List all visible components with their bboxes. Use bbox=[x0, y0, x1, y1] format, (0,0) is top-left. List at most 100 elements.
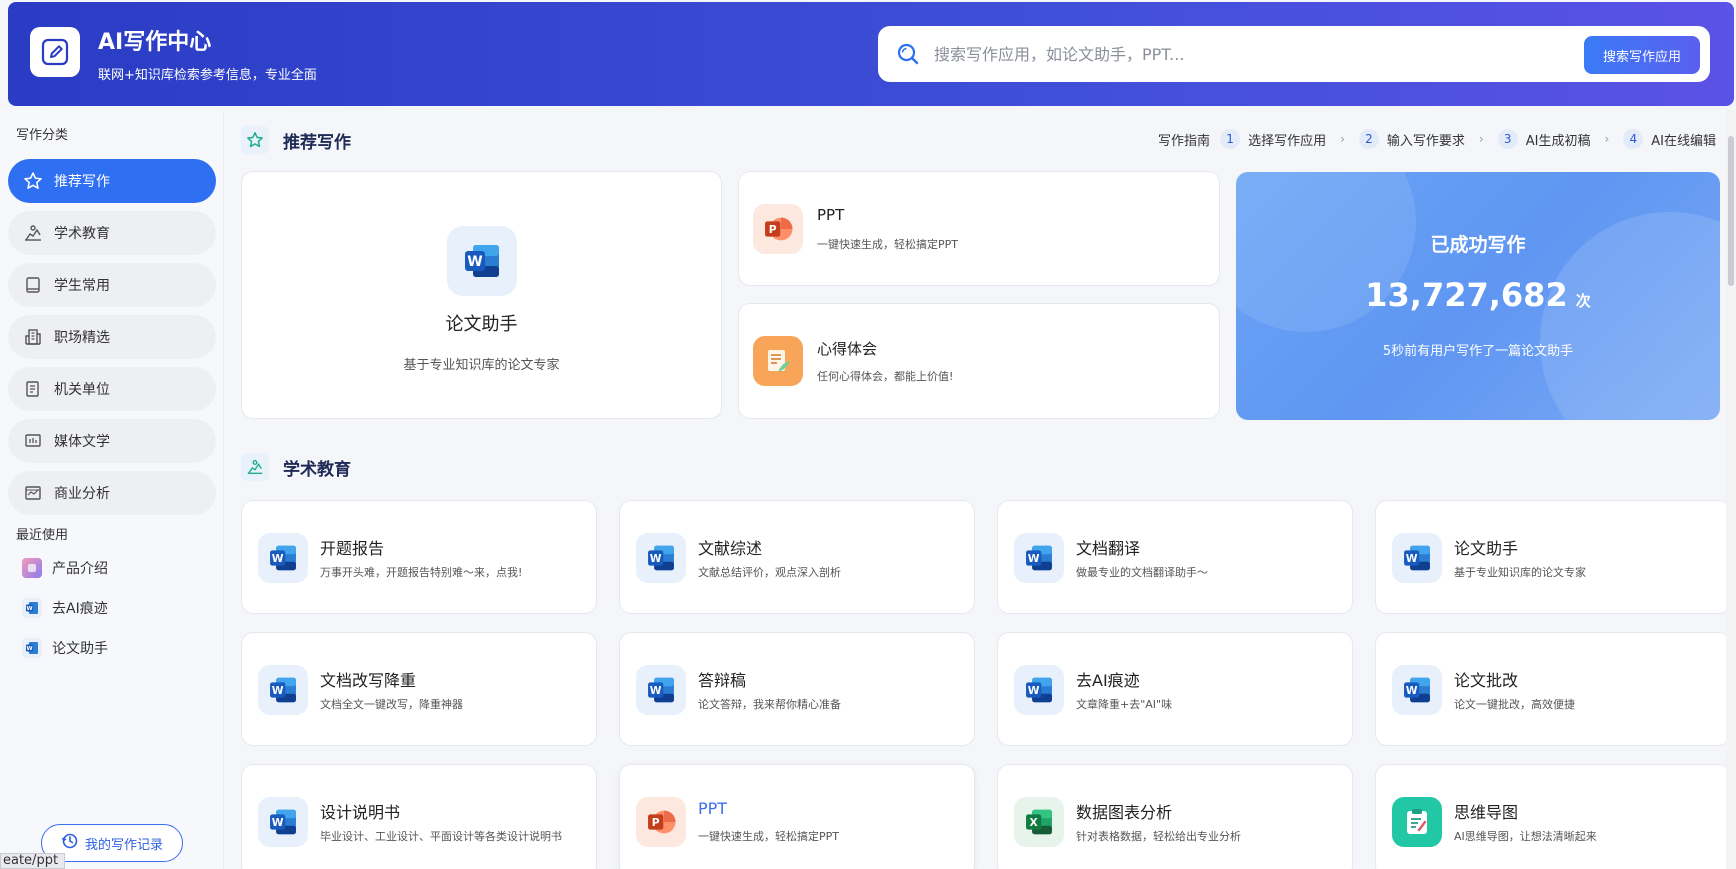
mini-card-title: PPT bbox=[817, 206, 845, 224]
svg-text:W: W bbox=[26, 646, 32, 652]
app-card[interactable]: W 答辩稿论文答辩，我来帮你精心准备 bbox=[619, 632, 975, 746]
app-card-title: 思维导图 bbox=[1454, 803, 1519, 822]
word-icon: W bbox=[1014, 665, 1064, 715]
svg-text:W: W bbox=[1406, 684, 1418, 697]
svg-text:W: W bbox=[272, 816, 284, 829]
app-card[interactable]: W 去AI痕迹 文章降重+去"AI"味 bbox=[997, 632, 1353, 746]
category-heading: 写作分类 bbox=[16, 128, 69, 143]
svg-text:W: W bbox=[650, 552, 662, 565]
recent-heading: 最近使用 bbox=[16, 528, 69, 543]
app-card-title: 设计说明书 bbox=[320, 803, 401, 822]
record-button-label: 我的写作记录 bbox=[84, 837, 163, 853]
word-icon: W bbox=[636, 665, 686, 715]
svg-text:W: W bbox=[26, 606, 32, 612]
svg-text:W: W bbox=[272, 552, 284, 565]
word-icon: W bbox=[446, 226, 517, 296]
app-card[interactable]: W 文档改写降重 文档全文一键改写，降重神器 bbox=[241, 632, 597, 746]
app-card[interactable]: P PPT 一键快速生成，轻松搞定PPT bbox=[619, 764, 975, 869]
app-card[interactable]: W 文献综述 文献总结评价，观点深入剖析 bbox=[619, 500, 975, 614]
app-card-title: 去AI痕迹 bbox=[1076, 671, 1140, 690]
app-card[interactable]: W 文档翻译 做最专业的文档翻译助手～ bbox=[997, 500, 1353, 614]
sidebar-item-label: 媒体文学 bbox=[54, 434, 110, 450]
app-title: AI写作中心 bbox=[98, 30, 212, 55]
feature-title: 论文助手 bbox=[445, 314, 518, 335]
feature-card-thesis[interactable]: W 论文助手 基于专业知识库的论文专家 bbox=[241, 171, 722, 419]
recent-item-product[interactable]: 产品介绍 bbox=[22, 556, 108, 580]
building-icon bbox=[22, 326, 44, 348]
svg-text:W: W bbox=[1028, 684, 1040, 697]
app-card[interactable]: W 论文助手基于专业知识库的论文专家 bbox=[1375, 500, 1731, 614]
app-card[interactable]: X 数据图表分析针对表格数据，轻松给出专业分析 bbox=[997, 764, 1353, 869]
app-card-desc: 文档全文一键改写，降重神器 bbox=[320, 698, 463, 711]
academic-icon bbox=[241, 453, 269, 481]
stats-count-unit: 次 bbox=[1575, 292, 1591, 310]
recent-item-label: 论文助手 bbox=[52, 641, 108, 657]
step-number: 1 bbox=[1220, 129, 1241, 149]
app-card[interactable]: 思维导图 AI思维导图，让想法清晰起来 bbox=[1375, 764, 1731, 869]
step-number: 3 bbox=[1497, 129, 1518, 149]
sidebar-item-recommend[interactable]: 推荐写作 bbox=[8, 159, 216, 203]
word-icon: W bbox=[1392, 533, 1442, 583]
sidebar-item-label: 商业分析 bbox=[54, 486, 110, 502]
writing-guide: 写作指南 1 选择写作应用 › 2 输入写作要求 › 3 AI生成初稿 › 4 … bbox=[1158, 129, 1716, 149]
app-header: AI写作中心 联网+知识库检索参考信息，专业全面 搜索写作应用 bbox=[8, 2, 1734, 106]
chevron-right-icon: › bbox=[1478, 132, 1484, 146]
recent-item-label: 产品介绍 bbox=[52, 561, 108, 577]
section-title-recommend: 推荐写作 bbox=[241, 126, 351, 154]
app-card-desc: 毕业设计、工业设计、平面设计等各类设计说明书 bbox=[320, 830, 562, 843]
search-button[interactable]: 搜索写作应用 bbox=[1584, 36, 1700, 74]
chart-icon bbox=[22, 482, 44, 504]
svg-text:W: W bbox=[467, 254, 482, 270]
app-card-desc: 论文答辩，我来帮你精心准备 bbox=[698, 698, 841, 711]
app-card[interactable]: W 论文批改 论文一键批改，高效便捷 bbox=[1375, 632, 1731, 746]
svg-text:P: P bbox=[769, 223, 777, 236]
word-icon: W bbox=[1014, 533, 1064, 583]
stats-count-number: 13,727,682 bbox=[1365, 276, 1568, 314]
star-icon bbox=[241, 126, 269, 154]
svg-text:X: X bbox=[1030, 816, 1038, 829]
svg-text:W: W bbox=[650, 684, 662, 697]
pen-logo-icon bbox=[30, 27, 80, 77]
scrollbar[interactable] bbox=[1726, 110, 1736, 869]
word-icon: W bbox=[636, 533, 686, 583]
sidebar-item-label: 学术教育 bbox=[54, 226, 110, 242]
app-card-desc: 万事开头难，开题报告特别难～来，点我! bbox=[320, 566, 523, 579]
academic-icon bbox=[22, 222, 44, 244]
reflection-icon bbox=[753, 336, 803, 386]
media-icon bbox=[22, 430, 44, 452]
app-card-title: 答辩稿 bbox=[698, 671, 747, 690]
sidebar: 写作分类 推荐写作 学术教育 学生常用 职场精选 机关单位 媒体文学 商业分析 … bbox=[0, 110, 224, 869]
app-card-title: 文献综述 bbox=[698, 539, 763, 558]
sidebar-item-student[interactable]: 学生常用 bbox=[8, 263, 216, 307]
app-card-title: 数据图表分析 bbox=[1076, 803, 1173, 822]
sidebar-item-academic[interactable]: 学术教育 bbox=[8, 211, 216, 255]
recent-item-remove-ai[interactable]: W 去AI痕迹 bbox=[22, 596, 108, 620]
mini-card-desc: 一键快速生成，轻松搞定PPT bbox=[817, 238, 958, 251]
mini-card-reflection[interactable]: 心得体会 任何心得体会，都能上价值! bbox=[738, 303, 1220, 419]
app-card-title: 文档改写降重 bbox=[320, 671, 417, 690]
history-icon bbox=[61, 832, 79, 854]
step-label: 选择写作应用 bbox=[1248, 133, 1327, 149]
app-card[interactable]: W 设计说明书毕业设计、工业设计、平面设计等各类设计说明书 bbox=[241, 764, 597, 869]
mini-card-ppt[interactable]: P PPT 一键快速生成，轻松搞定PPT bbox=[738, 171, 1220, 286]
app-card-title: 论文助手 bbox=[1454, 539, 1519, 558]
sidebar-item-government[interactable]: 机关单位 bbox=[8, 367, 216, 411]
app-card-desc: 基于专业知识库的论文专家 bbox=[1454, 566, 1586, 579]
search-input[interactable] bbox=[934, 40, 1534, 68]
svg-text:W: W bbox=[1028, 552, 1040, 565]
app-card[interactable]: W 开题报告 万事开头难，开题报告特别难～来，点我! bbox=[241, 500, 597, 614]
status-url-tooltip: eate/ppt bbox=[0, 853, 66, 869]
stats-title: 已成功写作 bbox=[1430, 234, 1526, 256]
excel-icon: X bbox=[1014, 797, 1064, 847]
step-label: AI生成初稿 bbox=[1525, 133, 1591, 149]
recent-item-label: 去AI痕迹 bbox=[52, 601, 108, 617]
stats-count: 13,727,682 次 bbox=[1236, 276, 1720, 314]
sidebar-item-workplace[interactable]: 职场精选 bbox=[8, 315, 216, 359]
scrollbar-thumb[interactable] bbox=[1728, 136, 1734, 286]
app-card-title: 文档翻译 bbox=[1076, 539, 1141, 558]
sidebar-item-media[interactable]: 媒体文学 bbox=[8, 419, 216, 463]
sidebar-item-business[interactable]: 商业分析 bbox=[8, 471, 216, 515]
mini-card-title: 心得体会 bbox=[817, 340, 878, 358]
app-card-desc: 针对表格数据，轻松给出专业分析 bbox=[1076, 830, 1241, 843]
recent-item-thesis[interactable]: W 论文助手 bbox=[22, 636, 108, 660]
